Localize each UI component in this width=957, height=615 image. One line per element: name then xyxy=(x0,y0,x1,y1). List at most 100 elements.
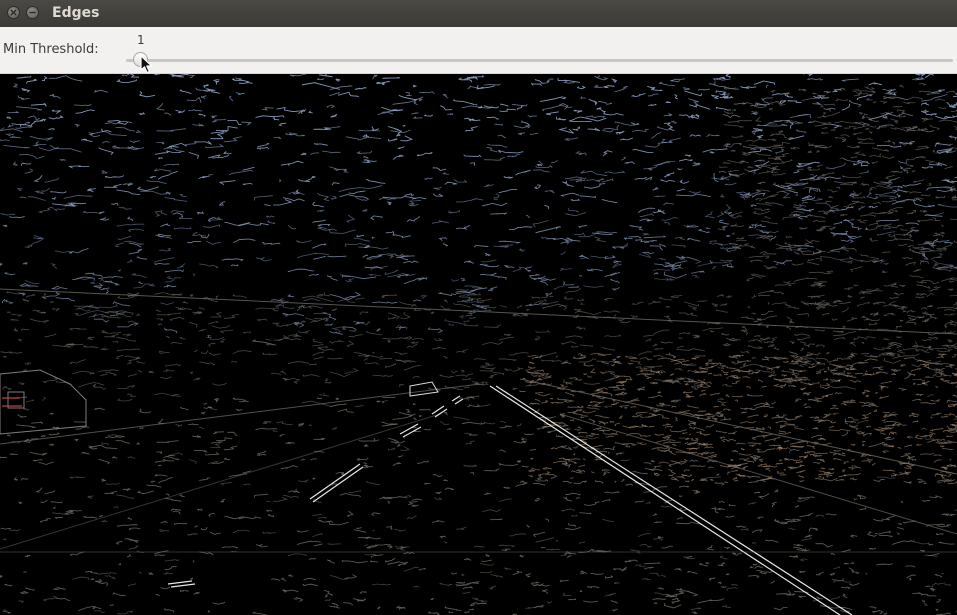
edge-stroke xyxy=(859,169,870,174)
edge-stroke xyxy=(337,408,354,413)
edge-stroke xyxy=(392,462,402,467)
edge-stroke xyxy=(772,172,786,176)
edge-stroke xyxy=(665,352,675,356)
edge-stroke xyxy=(490,274,507,280)
edge-stroke xyxy=(44,333,57,338)
edge-stroke xyxy=(190,371,194,374)
edge-stroke xyxy=(761,358,769,361)
edge-stroke xyxy=(127,456,136,459)
edge-stroke xyxy=(921,427,927,430)
edge-stroke xyxy=(44,490,56,494)
edge-stroke xyxy=(537,164,543,167)
edge-stroke xyxy=(931,89,945,93)
edge-stroke xyxy=(540,236,547,240)
window-titlebar[interactable]: Edges xyxy=(0,0,957,27)
edge-stroke xyxy=(170,210,185,214)
close-icon[interactable] xyxy=(7,6,20,19)
edge-stroke xyxy=(358,129,380,132)
edge-stroke xyxy=(643,486,668,493)
edge-stroke xyxy=(485,554,491,557)
edge-stroke xyxy=(174,522,188,525)
edge-stroke xyxy=(773,607,788,611)
edge-stroke xyxy=(724,546,730,550)
edge-stroke xyxy=(138,426,145,430)
edge-stroke xyxy=(722,114,741,119)
edge-stroke xyxy=(375,81,382,84)
edge-stroke xyxy=(313,143,328,146)
edge-stroke xyxy=(828,226,837,231)
edge-stroke xyxy=(664,315,673,323)
edge-stroke xyxy=(793,251,800,255)
edge-stroke xyxy=(368,273,381,276)
edge-stroke xyxy=(642,251,655,255)
edge-stroke xyxy=(295,597,304,602)
edge-stroke xyxy=(721,586,727,588)
edge-stroke xyxy=(413,116,423,119)
minimize-icon[interactable] xyxy=(26,6,39,19)
edge-stroke xyxy=(702,327,724,332)
edge-stroke xyxy=(453,416,470,421)
edge-stroke xyxy=(52,307,60,312)
edge-stroke xyxy=(116,79,138,83)
edge-stroke xyxy=(877,231,896,236)
edge-stroke xyxy=(605,370,615,373)
edge-stroke xyxy=(534,497,541,502)
edge-stroke xyxy=(504,368,513,371)
edge-stroke xyxy=(528,361,535,365)
edge-stroke xyxy=(904,444,913,448)
edge-stroke xyxy=(601,429,605,433)
edge-stroke xyxy=(546,600,553,604)
edge-stroke xyxy=(885,174,895,180)
edge-stroke xyxy=(761,385,767,388)
edge-stroke xyxy=(578,464,586,468)
edge-stroke xyxy=(779,429,787,433)
edge-stroke xyxy=(555,434,564,438)
edge-stroke xyxy=(479,366,496,370)
edge-stroke xyxy=(2,224,8,228)
edge-stroke xyxy=(118,563,122,566)
edge-stroke xyxy=(778,103,786,106)
edge-stroke xyxy=(829,572,836,576)
edge-stroke xyxy=(825,513,837,516)
edge-stroke xyxy=(650,459,655,462)
edge-stroke xyxy=(803,74,813,77)
edge-stroke xyxy=(570,198,581,201)
edge-stroke xyxy=(677,168,683,171)
min-threshold-slider-track[interactable] xyxy=(126,59,953,62)
edge-stroke xyxy=(35,487,43,493)
edge-stroke xyxy=(460,369,466,373)
edge-stroke xyxy=(501,548,511,552)
edge-stroke xyxy=(785,326,792,331)
edge-stroke xyxy=(813,281,827,283)
edge-stroke xyxy=(905,565,916,568)
edge-stroke xyxy=(562,180,574,187)
edge-stroke xyxy=(256,453,267,457)
edge-stroke xyxy=(451,370,458,373)
edge-stroke xyxy=(923,482,927,484)
edge-stroke xyxy=(791,263,804,266)
edge-stroke xyxy=(346,136,382,141)
edge-stroke xyxy=(605,392,613,397)
edge-stroke xyxy=(642,233,650,236)
edge-stroke xyxy=(17,501,23,505)
edge-stroke xyxy=(947,481,957,485)
edge-stroke xyxy=(708,577,715,581)
edge-stroke xyxy=(759,250,768,254)
edge-stroke xyxy=(664,426,674,428)
edge-stroke xyxy=(823,370,828,373)
edge-stroke xyxy=(952,304,957,306)
edge-stroke xyxy=(193,231,198,235)
edge-stroke xyxy=(935,239,950,243)
edge-stroke xyxy=(649,413,663,416)
edge-stroke xyxy=(27,115,41,121)
edge-stroke xyxy=(313,437,326,440)
edge-stroke xyxy=(525,573,531,578)
edge-stroke xyxy=(199,263,219,269)
edge-stroke xyxy=(625,355,637,359)
edge-stroke xyxy=(798,496,815,500)
edge-stroke xyxy=(688,305,698,311)
edge-stroke xyxy=(697,598,725,604)
edge-stroke xyxy=(104,175,124,178)
edge-stroke xyxy=(748,234,764,239)
edge-stroke xyxy=(384,269,399,276)
